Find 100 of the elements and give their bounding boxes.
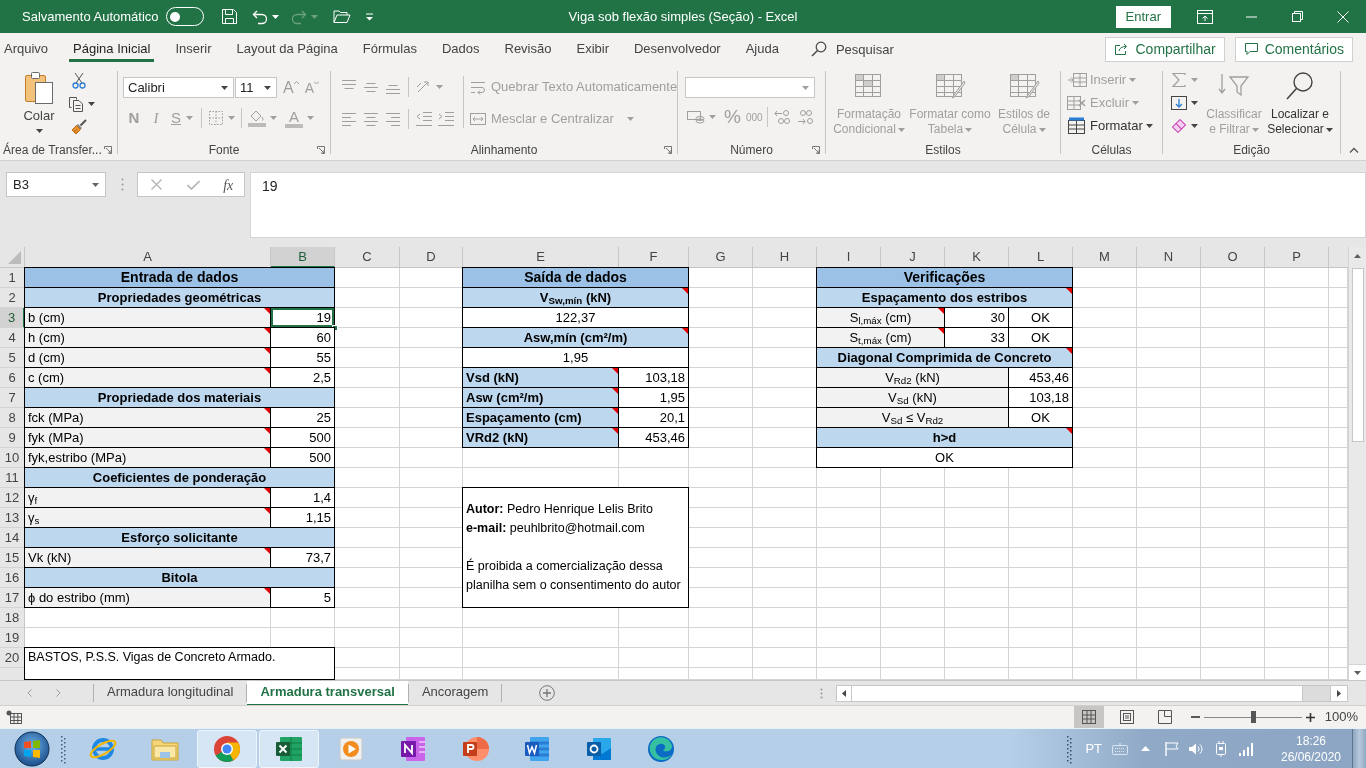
menu-tab[interactable]: Página Inicial (69, 36, 155, 62)
vertical-scrollbar[interactable] (1348, 247, 1366, 680)
caret-icon (92, 182, 99, 187)
column-header[interactable]: M (1073, 247, 1137, 268)
row-header[interactable] (0, 668, 25, 680)
menu-tab[interactable]: Layout da Página (232, 36, 342, 62)
row-header[interactable]: 9 (0, 428, 25, 448)
column-header[interactable]: B (271, 247, 335, 268)
merge-cells-icon (470, 111, 486, 127)
scrollbar-thumb[interactable] (852, 685, 1303, 701)
taskbar-app-button[interactable] (259, 729, 319, 768)
scroll-left-icon (842, 689, 846, 697)
column-header[interactable]: A (25, 247, 271, 268)
row-header[interactable]: 18 (0, 608, 25, 628)
row-header[interactable]: 4 (0, 328, 25, 348)
format-cells-button[interactable]: Formatar (1067, 114, 1153, 137)
power-plug-icon (1213, 739, 1229, 758)
row-header[interactable]: 12 (0, 488, 25, 508)
menu-tab[interactable]: Exibir (572, 36, 613, 62)
row-header[interactable]: 7 (0, 388, 25, 408)
row-header[interactable]: 19 (0, 628, 25, 648)
row-header[interactable]: 5 (0, 348, 25, 368)
value-cell: 453,46 (618, 427, 689, 448)
font-name-field[interactable]: Calibri (123, 77, 234, 98)
insert-function-button[interactable]: fx (221, 174, 236, 195)
column-header[interactable]: F (619, 247, 689, 268)
scrollbar-thumb[interactable] (1351, 268, 1364, 442)
column-header[interactable]: J (881, 247, 945, 268)
scroll-left-button[interactable] (837, 685, 852, 701)
comments-button[interactable]: Comentários (1234, 36, 1353, 62)
column-header[interactable]: G (689, 247, 753, 268)
row-header[interactable]: 16 (0, 568, 25, 588)
scroll-down-icon (1354, 670, 1361, 675)
sheet-tab[interactable]: Armadura longitudinal (94, 680, 247, 706)
horizontal-scrollbar[interactable] (836, 684, 1348, 702)
row-header[interactable]: 8 (0, 408, 25, 428)
menu-tab[interactable]: Arquivo (0, 36, 53, 62)
dialog-launcher-button[interactable] (316, 145, 326, 155)
plus-icon (1306, 712, 1316, 722)
menu-tab[interactable]: Desenvolvedor (630, 36, 725, 62)
start-button[interactable] (13, 729, 51, 768)
menu-tab[interactable]: Inserir (171, 36, 216, 62)
column-header[interactable]: I (817, 247, 881, 268)
menu-tab[interactable]: Dados (437, 36, 484, 62)
find-select-button[interactable]: Localizar e Selecionar (1266, 68, 1334, 142)
zoom-slider[interactable] (1203, 711, 1302, 723)
search-field[interactable]: Pesquisar (835, 37, 926, 61)
row-header[interactable]: 11 (0, 468, 25, 488)
scroll-right-button[interactable] (1330, 685, 1347, 701)
sign-in-button[interactable]: Entrar (1115, 5, 1171, 28)
launcher-icon (104, 146, 112, 154)
column-header[interactable]: P (1265, 247, 1329, 268)
row-header[interactable]: 20 (0, 648, 25, 668)
add-sheet-button[interactable] (538, 684, 557, 702)
caret-icon (186, 116, 193, 120)
caret-icon (310, 14, 318, 19)
sheet-tab[interactable]: Ancoragem (408, 680, 502, 706)
note-text: É proibida a comercialização dessa planilha sem o consentimento do autor (466, 557, 682, 594)
row-header[interactable]: 2 (0, 288, 25, 308)
dialog-launcher-button[interactable] (811, 145, 821, 155)
row-header[interactable]: 14 (0, 528, 25, 548)
zoom-level-button[interactable]: 100% (1324, 707, 1358, 727)
row-header[interactable]: 1 (0, 268, 25, 288)
taskbar-app-button[interactable] (197, 729, 257, 768)
column-header[interactable]: L (1009, 247, 1073, 268)
number-format-field[interactable] (685, 77, 815, 98)
name-box[interactable]: B3 (6, 172, 106, 197)
menu-tab[interactable]: Fórmulas (358, 36, 421, 62)
dialog-launcher-button[interactable] (103, 145, 113, 155)
row-header[interactable]: 3 (0, 308, 25, 328)
row-header[interactable]: 10 (0, 448, 25, 468)
row-header[interactable]: 13 (0, 508, 25, 528)
dialog-launcher-button[interactable] (663, 145, 673, 155)
scroll-down-button[interactable] (1349, 664, 1366, 680)
paste-button[interactable]: Colar (13, 71, 65, 139)
column-header[interactable]: H (753, 247, 817, 268)
formula-input[interactable]: 19 (250, 172, 1366, 238)
column-header[interactable]: N (1137, 247, 1201, 268)
row-header[interactable]: 17 (0, 588, 25, 608)
dropdown-icon (365, 12, 375, 21)
column-header[interactable]: C (335, 247, 400, 268)
menu-tab[interactable]: Revisão (500, 36, 556, 62)
column-header[interactable]: D (400, 247, 463, 268)
column-header[interactable]: E (463, 247, 619, 268)
minimize-icon (1245, 15, 1257, 18)
window-title: Viga sob flexão simples (Seção) - Excel (568, 7, 798, 26)
align-center-icon (364, 112, 378, 126)
menu-tab[interactable]: Ajuda (741, 36, 783, 62)
share-button[interactable]: Compartilhar (1105, 36, 1225, 62)
normal-view-button[interactable] (1073, 706, 1104, 728)
column-header[interactable]: O (1201, 247, 1265, 268)
column-header[interactable]: K (945, 247, 1009, 268)
show-desktop-button[interactable] (1352, 728, 1366, 768)
font-size-field[interactable]: 11 (235, 77, 277, 98)
row-header[interactable]: 6 (0, 368, 25, 388)
row-header[interactable]: 15 (0, 548, 25, 568)
zoom-slider-thumb[interactable] (1250, 711, 1256, 723)
sheet-tab[interactable]: Armadura transversal (247, 680, 408, 706)
section-header: Espaçamento dos estribos (816, 287, 1073, 308)
minus-icon (1191, 716, 1201, 718)
